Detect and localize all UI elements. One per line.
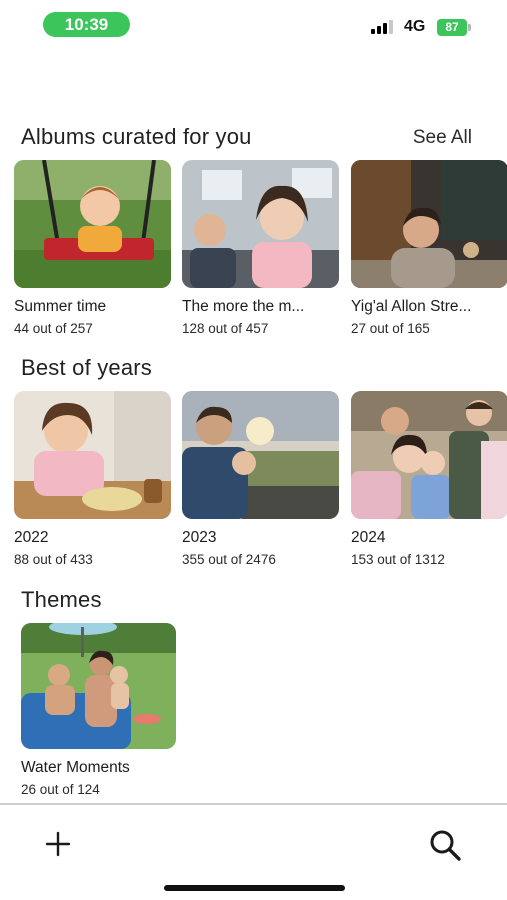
album-thumbnail: [14, 391, 171, 519]
tab-bar-divider: [0, 803, 507, 805]
battery-level: 87: [445, 20, 459, 34]
network-type: 4G: [404, 18, 426, 35]
album-count: 27 out of 165: [351, 321, 430, 336]
album-count: 26 out of 124: [21, 782, 100, 797]
plus-icon[interactable]: [44, 830, 72, 858]
status-bar: 10:39 4G 87: [0, 0, 507, 52]
album-title: The more the m...: [182, 298, 305, 315]
album-card-summer-time[interactable]: Summer time 44 out of 257: [14, 160, 171, 336]
album-count: 128 out of 457: [182, 321, 269, 336]
album-thumbnail: [351, 160, 507, 288]
album-title: Water Moments: [21, 759, 130, 776]
section-title-themes: Themes: [21, 587, 102, 612]
album-card-2022[interactable]: 2022 88 out of 433: [14, 391, 171, 567]
see-all-button[interactable]: See All: [413, 127, 472, 149]
search-icon[interactable]: [428, 828, 462, 862]
album-card-2023[interactable]: 2023 355 out of 2476: [182, 391, 339, 567]
album-thumbnail: [21, 623, 176, 749]
album-card-2024[interactable]: 2024 153 out of 1312: [351, 391, 507, 567]
signal-icon: [371, 20, 395, 34]
album-thumbnail: [14, 160, 171, 288]
album-card-water-moments[interactable]: Water Moments 26 out of 124: [21, 623, 178, 797]
album-title: 2022: [14, 529, 49, 546]
album-card-the-more-the-merrier[interactable]: The more the m... 128 out of 457: [182, 160, 339, 336]
battery-cap: [468, 24, 471, 31]
album-title: 2024: [351, 529, 386, 546]
album-count: 355 out of 2476: [182, 552, 276, 567]
album-count: 153 out of 1312: [351, 552, 445, 567]
section-title-curated: Albums curated for you: [21, 124, 252, 149]
section-title-best-of-years: Best of years: [21, 355, 152, 380]
album-count: 88 out of 433: [14, 552, 93, 567]
status-time: 10:39: [43, 12, 130, 37]
album-thumbnail: [351, 391, 507, 519]
album-card-yigal-allon-street[interactable]: Yig'al Allon Stre... 27 out of 165: [351, 160, 507, 336]
album-title: Summer time: [14, 298, 107, 315]
home-indicator[interactable]: [164, 885, 345, 891]
album-thumbnail: [182, 160, 339, 288]
battery-icon: 87: [437, 19, 467, 36]
album-title: Yig'al Allon Stre...: [351, 298, 472, 315]
album-thumbnail: [182, 391, 339, 519]
album-count: 44 out of 257: [14, 321, 93, 336]
album-title: 2023: [182, 529, 217, 546]
